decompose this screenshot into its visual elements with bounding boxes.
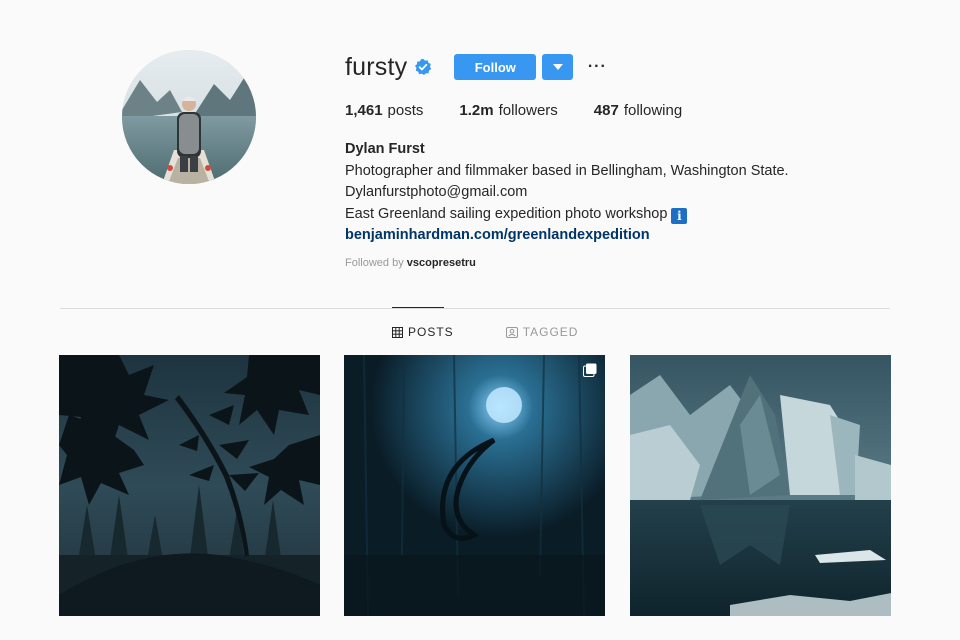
following-stat[interactable]: 487 following (594, 102, 682, 119)
bio-line-3-text: East Greenland sailing expedition photo … (345, 205, 668, 222)
post-thumbnail[interactable] (630, 355, 891, 616)
tab-posts[interactable]: POSTS (392, 325, 454, 339)
caret-down-icon (552, 64, 563, 70)
tab-posts-label: POSTS (408, 325, 454, 339)
followers-stat[interactable]: 1.2m followers (459, 102, 557, 119)
post-thumbnail[interactable] (59, 355, 320, 616)
following-count: 487 (593, 102, 619, 119)
bio-line-3: East Greenland sailing expedition photo … (345, 204, 789, 226)
followed-by-user[interactable]: vscopresetru (407, 257, 476, 269)
profile-tabs: POSTS TAGGED (392, 325, 578, 339)
followed-by-label: Followed by (345, 257, 404, 269)
active-tab-indicator (392, 307, 444, 308)
profile-header: fursty Follow ··· (345, 52, 607, 82)
tab-tagged[interactable]: TAGGED (505, 325, 579, 339)
followers-label: followers (498, 102, 558, 119)
info-emoji-icon: i (671, 207, 688, 224)
grid-icon (392, 326, 403, 338)
carousel-icon (583, 363, 597, 377)
followed-by: Followed by vscopresetru (345, 257, 476, 269)
posts-stat: 1,461 posts (345, 102, 423, 119)
posts-count: 1,461 (345, 102, 383, 119)
tagged-icon (505, 326, 518, 338)
bio-link[interactable]: benjaminhardman.com/greenlandexpedition (345, 225, 789, 247)
tab-tagged-label: TAGGED (522, 325, 579, 339)
more-options-button[interactable]: ··· (587, 54, 607, 80)
profile-bio: Dylan Furst Photographer and filmmaker b… (345, 139, 789, 247)
bio-line-1: Photographer and filmmaker based in Bell… (345, 162, 789, 179)
posts-label: posts (387, 102, 424, 119)
followers-count: 1.2m (459, 102, 494, 119)
follow-button[interactable]: Follow (454, 54, 537, 80)
verified-badge-icon (414, 58, 432, 76)
post-thumbnail[interactable] (344, 355, 605, 616)
tabs-divider (60, 308, 890, 309)
suggested-dropdown-button[interactable] (542, 54, 574, 80)
profile-page: fursty Follow ··· 1,461 posts 1.2m follo… (0, 0, 960, 640)
profile-avatar[interactable] (122, 50, 256, 184)
full-name: Dylan Furst (345, 141, 425, 157)
following-label: following (623, 102, 683, 119)
username: fursty (345, 52, 408, 81)
profile-stats: 1,461 posts 1.2m followers 487 following (345, 102, 682, 119)
bio-email: Dylanfurstphoto@gmail.com (345, 184, 528, 200)
